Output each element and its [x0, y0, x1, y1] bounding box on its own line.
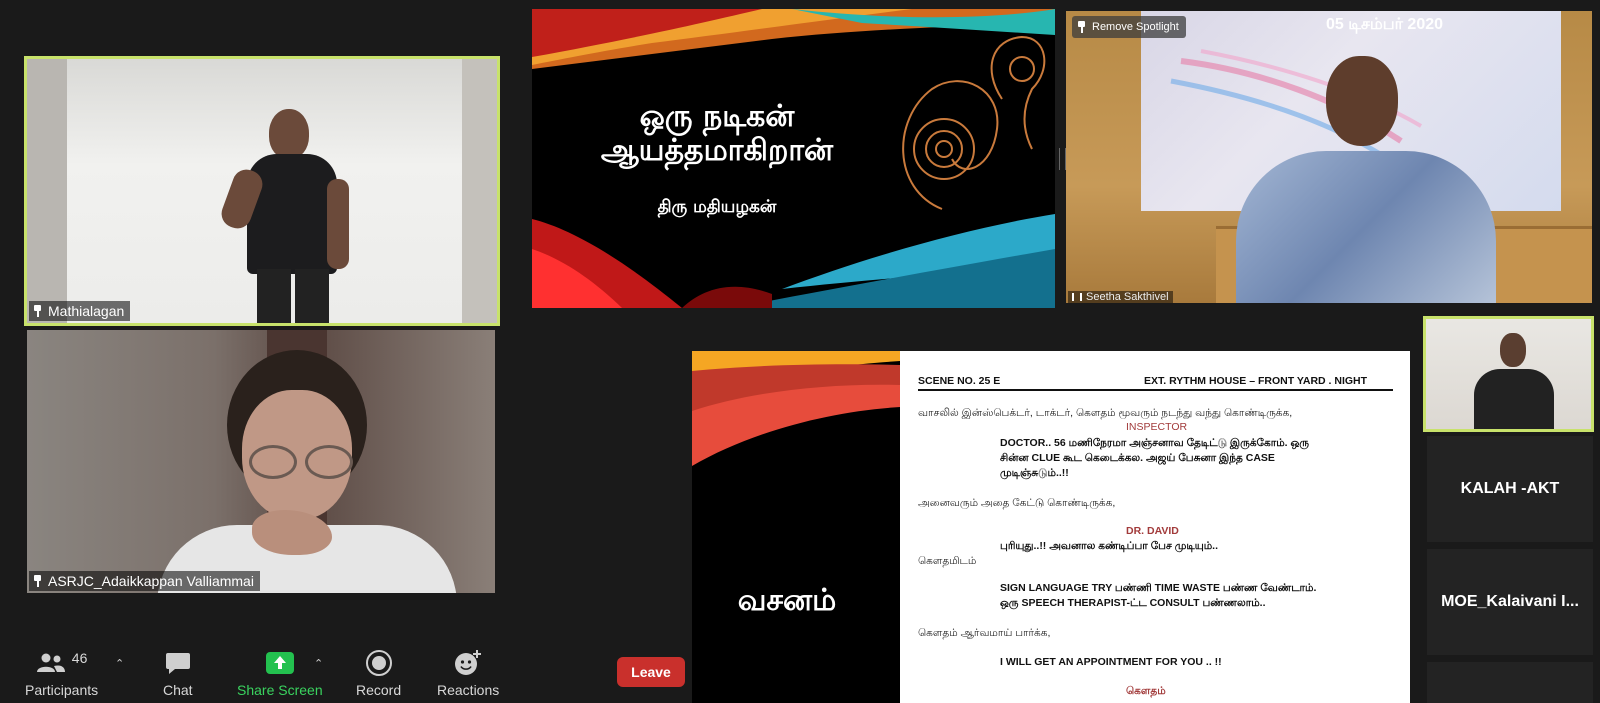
- reactions-button[interactable]: Reactions: [437, 650, 499, 698]
- scene-number: SCENE NO. 25 E: [918, 375, 1001, 387]
- reactions-icon: [455, 650, 482, 675]
- script-character: INSPECTOR: [1126, 421, 1188, 433]
- shared-slide-script: வசனம் SCENE NO. 25 E EXT. RYTHM HOUSE – …: [692, 351, 1410, 703]
- script-line: I WILL GET AN APPOINTMENT FOR YOU .. !!: [1000, 656, 1222, 668]
- participants-icon: [36, 653, 65, 672]
- participant-tile-partial[interactable]: [1427, 662, 1593, 703]
- record-icon: [365, 650, 392, 676]
- script-line: வாசலில் இன்ஸ்பெக்டர், டாக்டர், கௌதம் மூவ…: [918, 407, 1293, 419]
- paisley-ornament: [902, 35, 1046, 210]
- script-line: DOCTOR.. 56 மணிநேரமா அஞ்சனாவ தேடிட்டு இர…: [1000, 437, 1310, 449]
- video-tile-thumbnail[interactable]: [1423, 316, 1594, 432]
- participant-video-figure: [1236, 56, 1496, 303]
- scene-heading: EXT. RYTHM HOUSE – FRONT YARD . NIGHT: [1144, 375, 1368, 387]
- video-overlay-date: 05 டிசம்பர் 2020: [1326, 16, 1444, 33]
- script-line: ஒரு SPEECH THERAPIST-ட்ட CONSULT பண்ணலாம…: [1000, 597, 1266, 609]
- participants-count: 46: [71, 650, 88, 666]
- pin-icon: [1077, 21, 1086, 33]
- script-line: அனைவரும் அதை கேட்டு கொண்டிருக்க,: [918, 497, 1116, 509]
- participant-video-figure: [157, 350, 457, 593]
- share-options-caret[interactable]: ⌃: [314, 657, 323, 670]
- pin-icon: [33, 575, 42, 587]
- script-line: முடிஞ்சுடும்..!!: [1000, 467, 1069, 479]
- chat-button[interactable]: Chat: [163, 650, 193, 698]
- chat-label: Chat: [163, 682, 193, 698]
- participant-tile[interactable]: MOE_Kalaivani I...: [1427, 549, 1593, 655]
- remove-spotlight-button[interactable]: Remove Spotlight: [1072, 16, 1186, 38]
- script-side-title: வசனம்: [737, 583, 837, 618]
- chat-icon: [165, 653, 190, 674]
- script-document: SCENE NO. 25 E EXT. RYTHM HOUSE – FRONT …: [900, 351, 1410, 703]
- slide-title-line2: ஆயத்தமாகிறான்: [600, 133, 834, 168]
- participant-name: MOE_Kalaivani I...: [1441, 593, 1579, 610]
- wall-left: [27, 59, 67, 323]
- video-tile-mathialagan[interactable]: Mathialagan: [24, 56, 500, 326]
- panel-resize-handle[interactable]: [1059, 148, 1066, 170]
- participants-button[interactable]: 46 Participants: [25, 650, 98, 698]
- wall-right: [462, 59, 497, 323]
- signal-icon: [1072, 293, 1082, 301]
- participant-name-chip: ASRJC_Adaikkappan Valliammai: [29, 571, 260, 591]
- record-label: Record: [356, 682, 402, 698]
- participant-video-figure: [1464, 333, 1564, 429]
- participants-label: Participants: [25, 682, 99, 698]
- script-line: SIGN LANGUAGE TRY பண்ணி TIME WASTE பண்ண …: [1000, 582, 1317, 594]
- record-button[interactable]: Record: [356, 650, 401, 698]
- script-line: கௌதமிடம்: [918, 555, 977, 567]
- script-character: கௌதம்: [1126, 685, 1166, 697]
- share-screen-icon: [265, 652, 294, 674]
- participant-tile[interactable]: KALAH -AKT: [1427, 436, 1593, 542]
- participants-options-caret[interactable]: ⌃: [115, 657, 124, 670]
- participant-video-figure: [217, 109, 377, 323]
- participant-name-chip: Seetha Sakthivel: [1068, 291, 1173, 303]
- reactions-label: Reactions: [437, 682, 500, 698]
- shared-slide-title: ஒரு நடிகன் ஆயத்தமாகிறான் திரு மதியழகன்: [532, 9, 1055, 308]
- participant-name-chip: Mathialagan: [29, 301, 131, 321]
- script-line: சின்ன CLUE கூட கெடைக்கல. அஜய் பேசுனா இந்…: [1000, 452, 1275, 464]
- participant-name: ASRJC_Adaikkappan Valliammai: [48, 573, 254, 589]
- video-tile-seetha-sakthivel[interactable]: Remove Spotlight 05 டிசம்பர் 2020 Seetha…: [1066, 11, 1592, 303]
- share-screen-button[interactable]: Share Screen: [237, 650, 323, 698]
- script-line: புரியுது..!! அவனால கண்டிப்பா பேச முடியும…: [1000, 540, 1219, 552]
- script-character: DR. DAVID: [1126, 525, 1179, 537]
- participant-name: Seetha Sakthivel: [1086, 291, 1169, 303]
- slide-author: திரு மதியழகன்: [657, 197, 777, 217]
- participant-name: KALAH -AKT: [1460, 480, 1560, 497]
- leave-button[interactable]: Leave: [617, 657, 685, 687]
- heading-rule: [918, 389, 1393, 391]
- slide-side-decoration: [692, 351, 900, 466]
- pin-icon: [33, 305, 42, 317]
- script-line: கௌதம் ஆர்வமாய் பார்க்க,: [918, 627, 1051, 639]
- remove-spotlight-label: Remove Spotlight: [1092, 21, 1179, 33]
- participant-name: Mathialagan: [48, 303, 125, 319]
- share-screen-label: Share Screen: [237, 682, 323, 698]
- video-tile-asrjc[interactable]: ASRJC_Adaikkappan Valliammai: [27, 330, 495, 593]
